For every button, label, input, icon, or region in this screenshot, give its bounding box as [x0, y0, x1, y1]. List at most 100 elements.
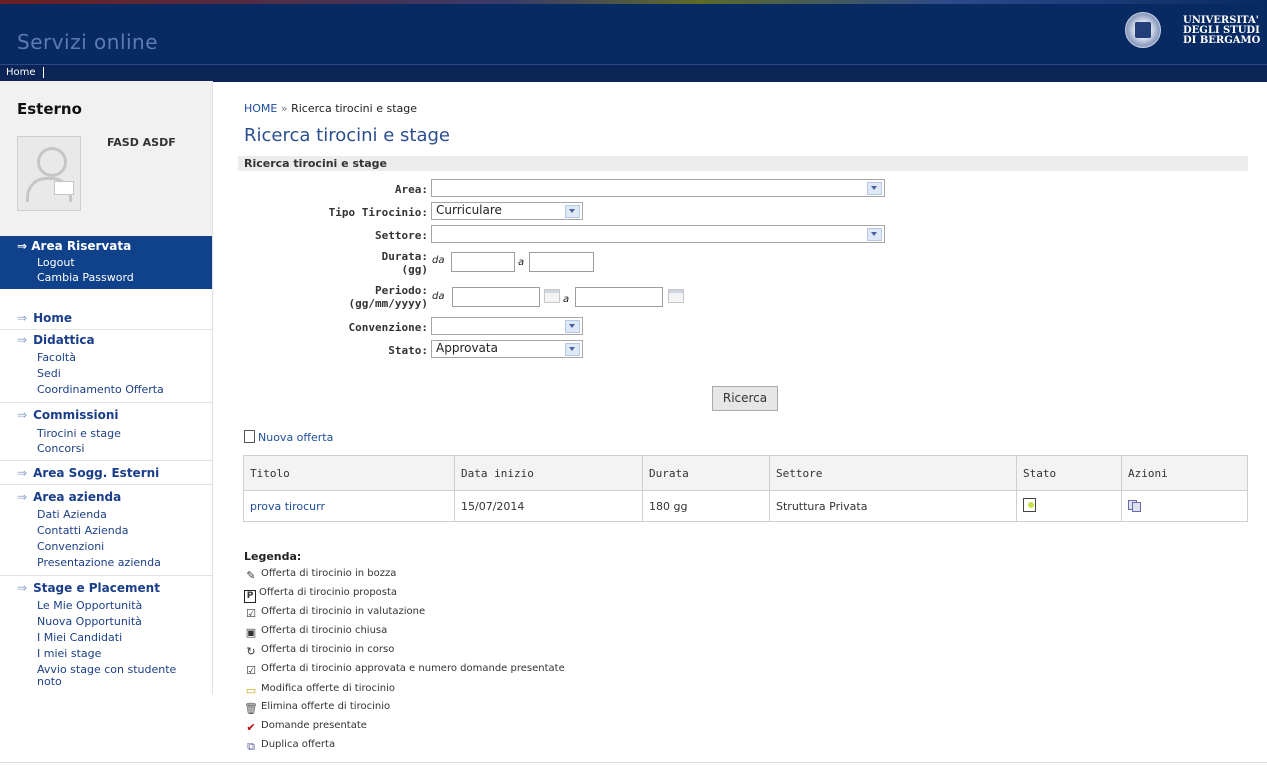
breadcrumb-current: Ricerca tirocini e stage: [291, 102, 417, 115]
logout-link[interactable]: Logout: [37, 256, 75, 269]
calendar-icon[interactable]: [668, 289, 684, 303]
start-date-cell: 15/07/2014: [454, 490, 643, 522]
sidebar-item-miei-stage[interactable]: I miei stage: [37, 647, 101, 660]
closed-lock-icon: ▣: [245, 626, 257, 639]
sidebar-item-avvio-stage-cont[interactable]: noto: [37, 675, 62, 688]
legend-item-duplicate: ⧉ Duplica offerta: [244, 739, 335, 753]
reserved-area-box: ⇒ Area Riservata Logout Cambia Password: [0, 236, 212, 289]
breadcrumb: HOME » Ricerca tirocini e stage: [244, 102, 417, 115]
sidebar-item-home[interactable]: ⇒ Home: [17, 311, 72, 325]
sidebar-item-dati-azienda[interactable]: Dati Azienda: [37, 508, 107, 521]
periodo-format-label: (gg/mm/yyyy): [348, 297, 428, 310]
university-name: UNIVERSITA' DEGLI STUDI DI BERGAMO: [1183, 15, 1261, 46]
durata-label: Durata:: [381, 250, 428, 263]
sidebar-item-convenzioni[interactable]: Convenzioni: [37, 540, 104, 553]
status-cell: [1016, 490, 1122, 522]
arrow-icon: ⇒: [17, 490, 28, 504]
duration-cell: 180 gg: [642, 490, 770, 522]
legend-item-delete: 🗑 Elimina offerte di tirocinio: [244, 701, 391, 715]
legend-item-applications: ✔ Domande presentate: [244, 720, 367, 734]
periodo-a-label: a: [563, 294, 570, 305]
sector-cell: Struttura Privata: [769, 490, 1017, 522]
sidebar-item-concorsi[interactable]: Concorsi: [37, 442, 84, 455]
university-logo[interactable]: [1125, 12, 1161, 48]
arrow-icon: ⇒: [17, 333, 28, 347]
in-progress-icon: ↻: [246, 645, 256, 658]
breadcrumb-separator: »: [280, 102, 288, 115]
legend-item-modify: ▭ Modifica offerte di tirocinio: [245, 683, 396, 697]
sidebar-section-stage-placement[interactable]: ⇒ Stage e Placement: [17, 581, 160, 595]
legend-item-approved: ☑ Offerta di tirocinio approvata e numero…: [244, 663, 565, 677]
sidebar-item-presentazione[interactable]: Presentazione azienda: [37, 556, 161, 569]
legend-item-in-progress: ↻ Offerta di tirocinio in corso: [244, 644, 394, 658]
chevron-down-icon: [565, 343, 580, 356]
sidebar-item-tirocini[interactable]: Tirocini e stage: [37, 427, 121, 440]
sidebar-section-sogg-esterni[interactable]: ⇒ Area Sogg. Esterni: [17, 466, 159, 480]
area-label: Area:: [394, 183, 428, 196]
legend-item-proposed: P Offerta di tirocinio proposta: [244, 587, 397, 603]
offer-title-link[interactable]: prova tirocurr: [243, 490, 455, 522]
breadcrumb-home-link[interactable]: HOME: [244, 102, 277, 115]
sidebar-section-didattica[interactable]: ⇒ Didattica: [17, 333, 95, 347]
search-panel-header: Ricerca tirocini e stage: [238, 156, 1248, 171]
actions-cell: [1121, 490, 1248, 522]
search-button[interactable]: Ricerca: [712, 386, 778, 411]
periodo-to-input[interactable]: [575, 287, 663, 307]
column-header-titolo[interactable]: Titolo: [243, 455, 455, 491]
sidebar-item-miei-candidati[interactable]: I Miei Candidati: [37, 631, 122, 644]
sidebar-user-box: Esterno FASD ASDF: [0, 81, 212, 236]
calendar-icon[interactable]: [544, 289, 560, 303]
applications-icon: ✔: [246, 721, 256, 734]
evaluation-icon[interactable]: [1023, 497, 1036, 512]
legend-title: Legenda:: [244, 550, 302, 563]
arrow-icon: ⇒: [17, 581, 28, 595]
top-header: Servizi online UNIVERSITA' DEGLI STUDI D…: [0, 0, 1267, 64]
chevron-down-icon: [867, 182, 882, 195]
stato-select[interactable]: Approvata: [431, 340, 583, 358]
convenzione-select[interactable]: [431, 317, 583, 335]
sidebar-section-commissioni[interactable]: ⇒ Commissioni: [17, 408, 119, 422]
sidebar-item-facolta[interactable]: Facoltà: [37, 351, 76, 364]
periodo-da-label: da: [432, 291, 445, 302]
area-select[interactable]: [431, 179, 885, 197]
arrow-icon: ⇒: [17, 408, 28, 422]
evaluation-icon: ☑: [246, 607, 256, 620]
arrow-icon: ⇒: [17, 311, 28, 325]
proposed-p-icon: P: [244, 590, 256, 603]
nav-bar: Home: [0, 64, 1267, 82]
durata-from-input[interactable]: [451, 252, 515, 272]
header-stripe: [0, 0, 1267, 4]
sidebar-item-coordinamento[interactable]: Coordinamento Offerta: [37, 383, 164, 396]
sidebar-title: Esterno: [17, 100, 82, 118]
durata-to-input[interactable]: [529, 252, 594, 272]
new-offer-link[interactable]: Nuova offerta: [244, 430, 333, 444]
durata-a-label: a: [518, 257, 525, 268]
document-icon: [244, 430, 255, 443]
column-header-durata[interactable]: Durata: [642, 455, 770, 491]
sidebar-item-contatti-azienda[interactable]: Contatti Azienda: [37, 524, 128, 537]
sidebar-item-mie-opportunita[interactable]: Le Mie Opportunità: [37, 599, 142, 612]
periodo-from-input[interactable]: [452, 287, 540, 307]
sidebar-item-sedi[interactable]: Sedi: [37, 367, 61, 380]
sidebar-section-area-azienda[interactable]: ⇒ Area azienda: [17, 490, 121, 504]
tipo-tirocinio-select[interactable]: Curriculare: [431, 202, 583, 220]
arrow-icon: ⇒: [17, 239, 32, 253]
durata-da-label: da: [432, 255, 445, 266]
column-header-stato: Stato: [1016, 455, 1122, 491]
footer-divider: [0, 762, 1267, 763]
sidebar-item-nuova-opportunita[interactable]: Nuova Opportunità: [37, 615, 142, 628]
chevron-down-icon: [565, 205, 580, 218]
column-header-data-inizio[interactable]: Data inizio: [454, 455, 643, 491]
site-title: Servizi online: [17, 30, 159, 54]
nav-home-link[interactable]: Home: [6, 67, 44, 78]
duplicate-icon[interactable]: [1128, 499, 1141, 512]
duplicate-icon: ⧉: [247, 740, 255, 753]
settore-label: Settore:: [375, 229, 428, 242]
column-header-settore[interactable]: Settore: [769, 455, 1017, 491]
legend-item-closed: ▣ Offerta di tirocinio chiusa: [245, 625, 388, 639]
reserved-area-header[interactable]: ⇒ Area Riservata: [17, 239, 131, 253]
change-password-link[interactable]: Cambia Password: [37, 271, 134, 284]
column-header-azioni: Azioni: [1121, 455, 1248, 491]
folder-icon: ▭: [245, 684, 257, 697]
settore-select[interactable]: [431, 225, 885, 243]
